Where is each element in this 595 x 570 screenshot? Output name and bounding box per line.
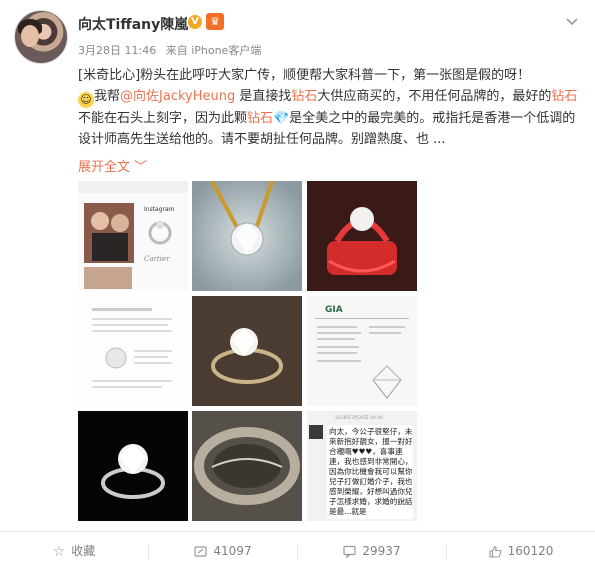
expand-full-text-link[interactable]: 展开全文 ﹀	[78, 156, 147, 175]
post-meta: 3月28日 11:46 来自 iPhone客户端	[78, 42, 267, 58]
chat-message: 向太，今公子很堅仔，未來新抱好靚女，搵一對好合襯嘅♥♥♥，喜事連連，我也感到非常…	[329, 427, 413, 516]
keyword-link[interactable]: 钻石	[291, 89, 317, 104]
weibo-post-card: 向太Tiffany陳嵐 V ♛ 3月28日 11:46 来自 iPhone客户端…	[0, 0, 595, 570]
image-thumb-9[interactable]: 2018年3月28日 09:46 向太，今公子很堅仔，未來新抱好靚女，搵一對好合…	[307, 411, 417, 521]
image-thumb-2[interactable]	[192, 181, 302, 291]
like-button[interactable]: 160120	[447, 532, 595, 570]
repost-button[interactable]: 41097	[149, 532, 297, 570]
image-thumb-7[interactable]	[78, 411, 188, 521]
post-text-seg: 不能在石头上刻字，因为此颗	[78, 111, 248, 126]
repost-count: 41097	[213, 544, 252, 558]
chat-timestamp: 2018年3月28日 09:46	[335, 414, 383, 421]
smile-emoji-icon: ☺	[78, 92, 94, 108]
thumbs-up-icon	[489, 533, 502, 570]
image-grid: Instagram Cartier GIA 2018年3月28日 09:46 向…	[78, 181, 417, 522]
post-text-seg: 大供应商买的，不用任何品牌的，最好的	[317, 89, 552, 104]
favorite-button[interactable]: ☆ 收藏	[0, 532, 148, 570]
instagram-text: Instagram	[144, 206, 175, 213]
avatar-face	[21, 25, 39, 47]
gia-text: GIA	[325, 305, 343, 315]
comment-button[interactable]: 29937	[298, 532, 446, 570]
chevron-down-icon[interactable]	[565, 14, 579, 28]
image-thumb-1[interactable]: Instagram Cartier	[78, 181, 188, 291]
post-source: 来自 iPhone客户端	[165, 44, 262, 57]
favorite-label: 收藏	[71, 544, 96, 558]
post-text: [米奇比心]粉头在此呼吁大家广传，顺便帮大家科普一下，第一张图是假的呀！ ☺ 我帮…	[78, 65, 578, 150]
post-text-seg: 是直接找	[235, 89, 292, 104]
keyword-link[interactable]: 钻石	[247, 111, 273, 126]
verified-badge-icon[interactable]: V	[188, 15, 202, 29]
like-count: 160120	[507, 544, 554, 558]
author-name[interactable]: 向太Tiffany陳嵐	[78, 14, 188, 34]
action-bar: ☆ 收藏 41097 29937 160120	[0, 531, 595, 570]
image-thumb-5[interactable]	[192, 296, 302, 406]
comment-icon	[343, 533, 357, 570]
image-thumb-4[interactable]	[78, 296, 188, 406]
image-thumb-3[interactable]	[307, 181, 417, 291]
comment-count: 29937	[362, 544, 401, 558]
image-thumb-8[interactable]	[192, 411, 302, 521]
star-icon: ☆	[52, 544, 66, 560]
mention-link[interactable]: @向佐JackyHeung	[120, 89, 235, 104]
cartier-text: Cartier	[144, 255, 170, 263]
keyword-link[interactable]: 钻石	[551, 89, 577, 104]
diamond-emoji-icon: 💎	[273, 111, 290, 126]
post-date[interactable]: 3月28日 11:46	[78, 44, 156, 57]
repost-icon	[194, 533, 208, 570]
avatar[interactable]	[14, 10, 68, 64]
member-crown-icon[interactable]: ♛	[206, 13, 224, 30]
image-thumb-6[interactable]: GIA	[307, 296, 417, 406]
post-text-seg: 我帮	[94, 89, 121, 104]
post-text-line1: [米奇比心]粉头在此呼吁大家广传，顺便帮大家科普一下，第一张图是假的呀！	[78, 68, 531, 83]
